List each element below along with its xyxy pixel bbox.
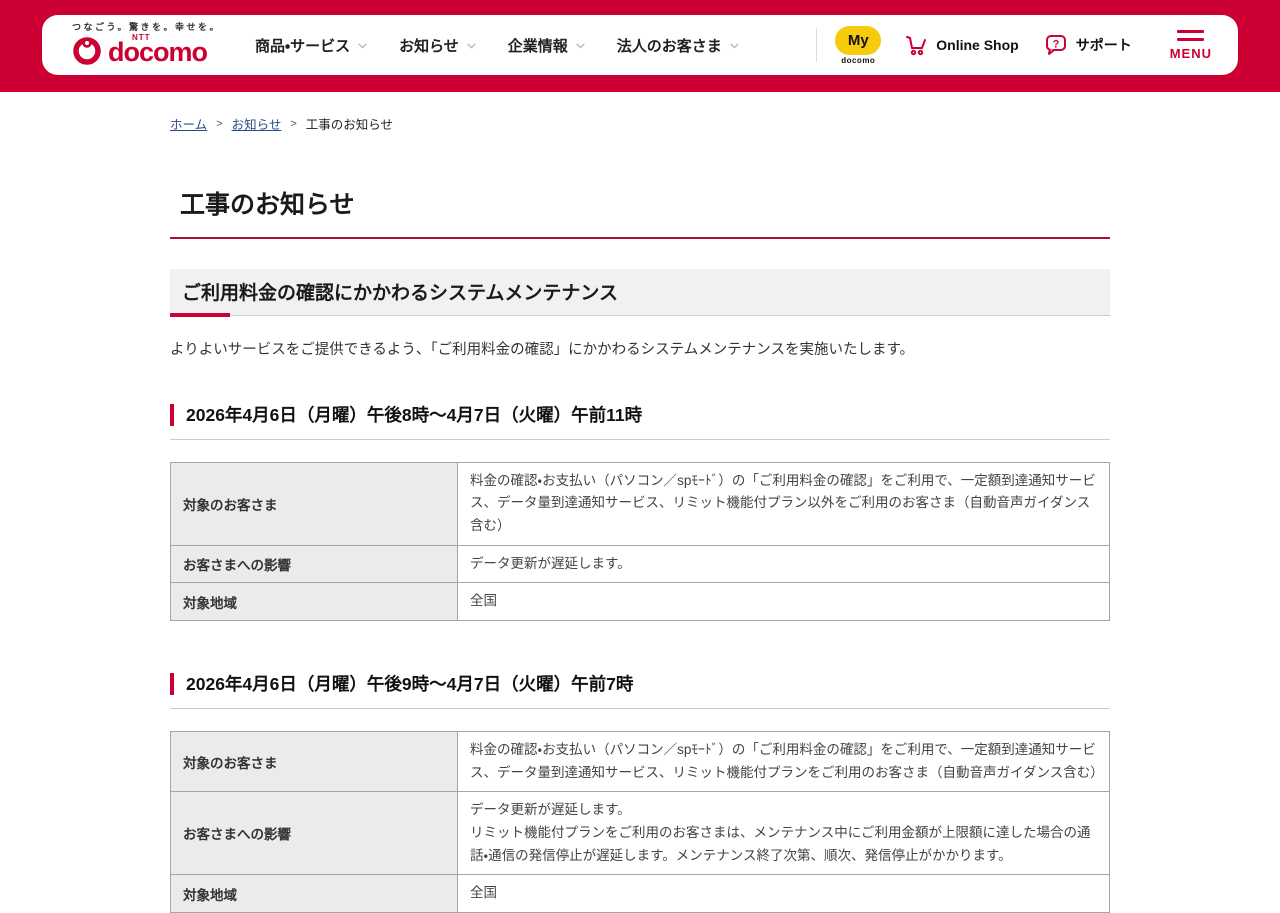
intro-text: よりよいサービスをご提供できるよう、「ご利用料金の確認」にかかわるシステムメンテ…: [170, 342, 914, 358]
row-label: 対象のお客さま: [170, 731, 458, 793]
header-bar: つなごう。驚きを。幸せを。 NTT docomo 商品・サービス お知らせ 企業…: [42, 15, 1238, 75]
docomo-mark-icon: [72, 35, 102, 70]
nav-item-corporate[interactable]: 企業情報: [508, 35, 587, 56]
header-utilities: My docomo Online Shop ? サポート MENU: [816, 25, 1212, 65]
row-value: 料金の確認・お支払い（パソコン／spﾓｰﾄﾞ）の「ご利用料金の確認」をご利用で、…: [457, 731, 1110, 793]
table-row: 対象のお客さま 料金の確認・お支払い（パソコン／spﾓｰﾄﾞ）の「ご利用料金の確…: [170, 461, 1110, 546]
chevron-down-icon: [728, 39, 741, 52]
site-header: つなごう。驚きを。幸せを。 NTT docomo 商品・サービス お知らせ 企業…: [0, 0, 1280, 92]
maintenance-period-heading: 2026年4月6日（月曜）午後9時～4月7日（火曜）午前7時: [170, 673, 1110, 696]
maintenance-table: 対象のお客さま 料金の確認・お支払い（パソコン／spﾓｰﾄﾞ）の「ご利用料金の確…: [170, 461, 1110, 622]
row-label: お客さまへの影響: [170, 791, 458, 876]
main-content: ホーム > お知らせ > 工事のお知らせ 工事のお知らせ ご利用料金の確認にかか…: [170, 92, 1110, 913]
nav-item-news[interactable]: お知らせ: [399, 35, 478, 56]
table-row: お客さまへの影響 データ更新が遅延します。 リミット機能付プランをご利用のお客さ…: [170, 791, 1110, 876]
breadcrumb-home-link[interactable]: ホーム: [170, 114, 207, 133]
row-label: お客さまへの影響: [170, 544, 458, 584]
table-row: 対象地域 全国: [170, 874, 1110, 913]
page-title: 工事のお知らせ: [170, 185, 1110, 239]
maintenance-block-2: 2026年4月6日（月曜）午後9時～4月7日（火曜）午前7時 対象のお客さま 料…: [170, 673, 1110, 913]
logo-text: docomo: [108, 37, 208, 67]
support-button[interactable]: ? サポート: [1043, 32, 1132, 58]
chevron-down-icon: [465, 39, 478, 52]
my-docomo-icon: My: [835, 25, 882, 55]
svg-text:?: ?: [1052, 39, 1059, 51]
cart-icon: [903, 32, 929, 58]
question-bubble-icon: ?: [1043, 32, 1069, 58]
hamburger-icon: [1177, 29, 1205, 41]
docomo-logo[interactable]: つなごう。驚きを。幸せを。 NTT docomo: [72, 20, 221, 70]
row-value: 全国: [457, 582, 1110, 622]
breadcrumb-separator: >: [216, 117, 223, 130]
nav-item-business[interactable]: 法人のお客さま: [617, 35, 741, 56]
breadcrumb-separator: >: [290, 117, 297, 130]
chevron-down-icon: [356, 39, 369, 52]
row-label: 対象地域: [170, 582, 458, 622]
maintenance-table: 対象のお客さま 料金の確認・お支払い（パソコン／spﾓｰﾄﾞ）の「ご利用料金の確…: [170, 731, 1110, 913]
online-shop-button[interactable]: Online Shop: [903, 32, 1019, 58]
breadcrumb-current: 工事のお知らせ: [305, 118, 394, 132]
maintenance-block-1: 2026年4月6日（月曜）午後8時～4月7日（火曜）午前11時 対象のお客さま …: [170, 403, 1110, 622]
table-row: 対象のお客さま 料金の確認・お支払い（パソコン／spﾓｰﾄﾞ）の「ご利用料金の確…: [170, 731, 1110, 793]
breadcrumb-news-link[interactable]: お知らせ: [232, 114, 282, 133]
logo-tagline: つなごう。驚きを。幸せを。: [72, 22, 221, 32]
divider: [816, 28, 818, 62]
row-value: データ更新が遅延します。: [457, 544, 1110, 584]
nav-item-products[interactable]: 商品・サービス: [255, 35, 369, 56]
row-value: データ更新が遅延します。 リミット機能付プランをご利用のお客さまは、メンテナンス…: [457, 791, 1110, 876]
main-nav: 商品・サービス お知らせ 企業情報 法人のお客さま: [255, 35, 771, 56]
logo-ntt-label: NTT: [132, 33, 151, 42]
row-label: 対象地域: [170, 874, 458, 913]
menu-button[interactable]: MENU: [1170, 29, 1212, 61]
breadcrumb: ホーム > お知らせ > 工事のお知らせ: [170, 92, 1110, 133]
row-label: 対象のお客さま: [170, 461, 458, 546]
row-value: 全国: [457, 874, 1110, 913]
chevron-down-icon: [574, 39, 587, 52]
table-row: 対象地域 全国: [170, 582, 1110, 622]
section-heading: ご利用料金の確認にかかわるシステムメンテナンス: [170, 269, 1110, 317]
maintenance-period-heading: 2026年4月6日（月曜）午後8時～4月7日（火曜）午前11時: [170, 403, 1110, 426]
table-row: お客さまへの影響 データ更新が遅延します。: [170, 544, 1110, 584]
my-docomo-button[interactable]: My docomo: [835, 25, 882, 65]
row-value: 料金の確認・お支払い（パソコン／spﾓｰﾄﾞ）の「ご利用料金の確認」をご利用で、…: [457, 461, 1110, 546]
